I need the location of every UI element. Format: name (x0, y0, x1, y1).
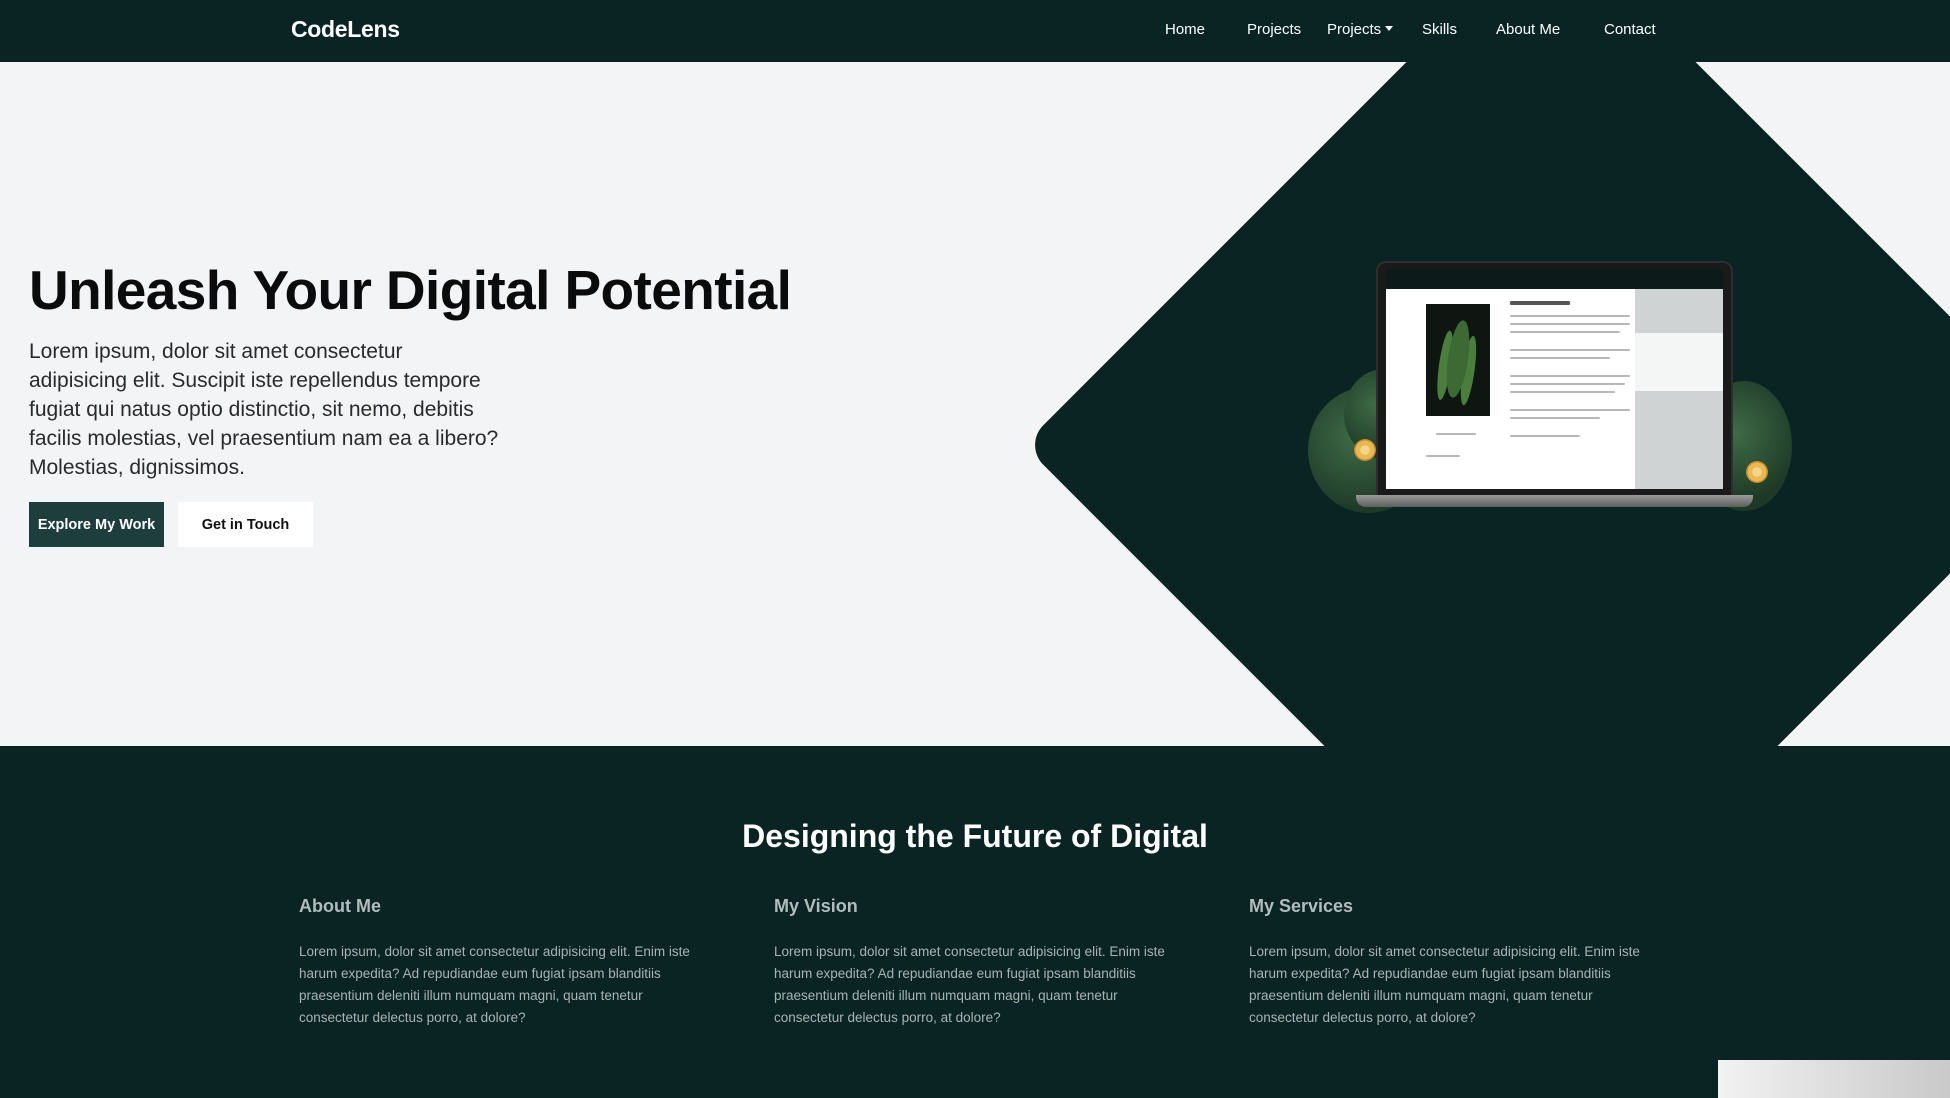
my-services-title: My Services (1249, 896, 1354, 916)
screen-text-line (1510, 391, 1615, 393)
screen-text-line (1426, 455, 1460, 457)
section-title: Designing the Future of Digital (742, 818, 1208, 854)
laptop-screen (1386, 269, 1723, 489)
nav-links: Home Projects Projects Skills About Me C… (0, 21, 1950, 41)
explore-work-button[interactable]: Explore My Work (29, 502, 164, 547)
screen-text-line (1510, 417, 1600, 419)
hero-description: Lorem ipsum, dolor sit amet consectetur … (29, 340, 499, 479)
get-in-touch-button[interactable]: Get in Touch (178, 502, 313, 547)
screen-text-line (1510, 409, 1630, 411)
caret-down-icon (1385, 26, 1394, 31)
laptop-lid (1376, 261, 1733, 497)
screen-text-line (1510, 331, 1620, 333)
screen-text-line (1510, 357, 1610, 359)
nav-link-home[interactable]: Home (1165, 21, 1205, 38)
nav-link-about[interactable]: About Me (1496, 21, 1560, 38)
about-me-text: Lorem ipsum, dolor sit amet consectetur … (299, 944, 690, 1025)
vision-column: My Vision Lorem ipsum, dolor sit amet co… (774, 896, 1174, 1029)
screen-sidebar (1635, 289, 1723, 489)
nav-link-contact[interactable]: Contact (1604, 21, 1656, 38)
my-services-text: Lorem ipsum, dolor sit amet consectetur … (1249, 944, 1640, 1025)
about-me-title: About Me (299, 896, 381, 916)
hero-section: Unleash Your Digital Potential Lorem ips… (0, 62, 1950, 746)
nav-link-skills[interactable]: Skills (1422, 21, 1457, 38)
screen-text-line (1510, 323, 1630, 325)
nav-dropdown-projects[interactable]: Projects (1327, 21, 1394, 38)
nav-link-projects[interactable]: Projects (1247, 21, 1301, 38)
corner-card (1718, 1060, 1950, 1098)
flower-right (1746, 461, 1768, 483)
about-section: Designing the Future of Digital About Me… (0, 746, 1950, 1098)
screen-text-line (1510, 349, 1630, 351)
screen-text-line (1510, 435, 1580, 437)
my-vision-text: Lorem ipsum, dolor sit amet consectetur … (774, 944, 1165, 1025)
screen-navbar (1386, 269, 1723, 289)
screen-sidebar-band (1635, 333, 1723, 391)
screen-heading-line (1510, 301, 1570, 305)
navbar: CodeLens Home Projects Projects Skills A… (0, 0, 1950, 62)
flower-left (1354, 439, 1376, 461)
about-column: About Me Lorem ipsum, dolor sit amet con… (299, 896, 699, 1029)
screen-text-line (1436, 433, 1476, 435)
hero-title: Unleash Your Digital Potential (29, 259, 792, 321)
nav-dropdown-label: Projects (1327, 21, 1382, 38)
screen-text-line (1510, 383, 1625, 385)
screen-leaf-image (1426, 304, 1490, 416)
services-column: My Services Lorem ipsum, dolor sit amet … (1249, 896, 1649, 1029)
screen-text-line (1510, 375, 1630, 377)
my-vision-title: My Vision (774, 896, 858, 916)
laptop-mockup-image (1306, 261, 1796, 514)
laptop-base (1356, 495, 1753, 507)
screen-text-line (1510, 315, 1630, 317)
